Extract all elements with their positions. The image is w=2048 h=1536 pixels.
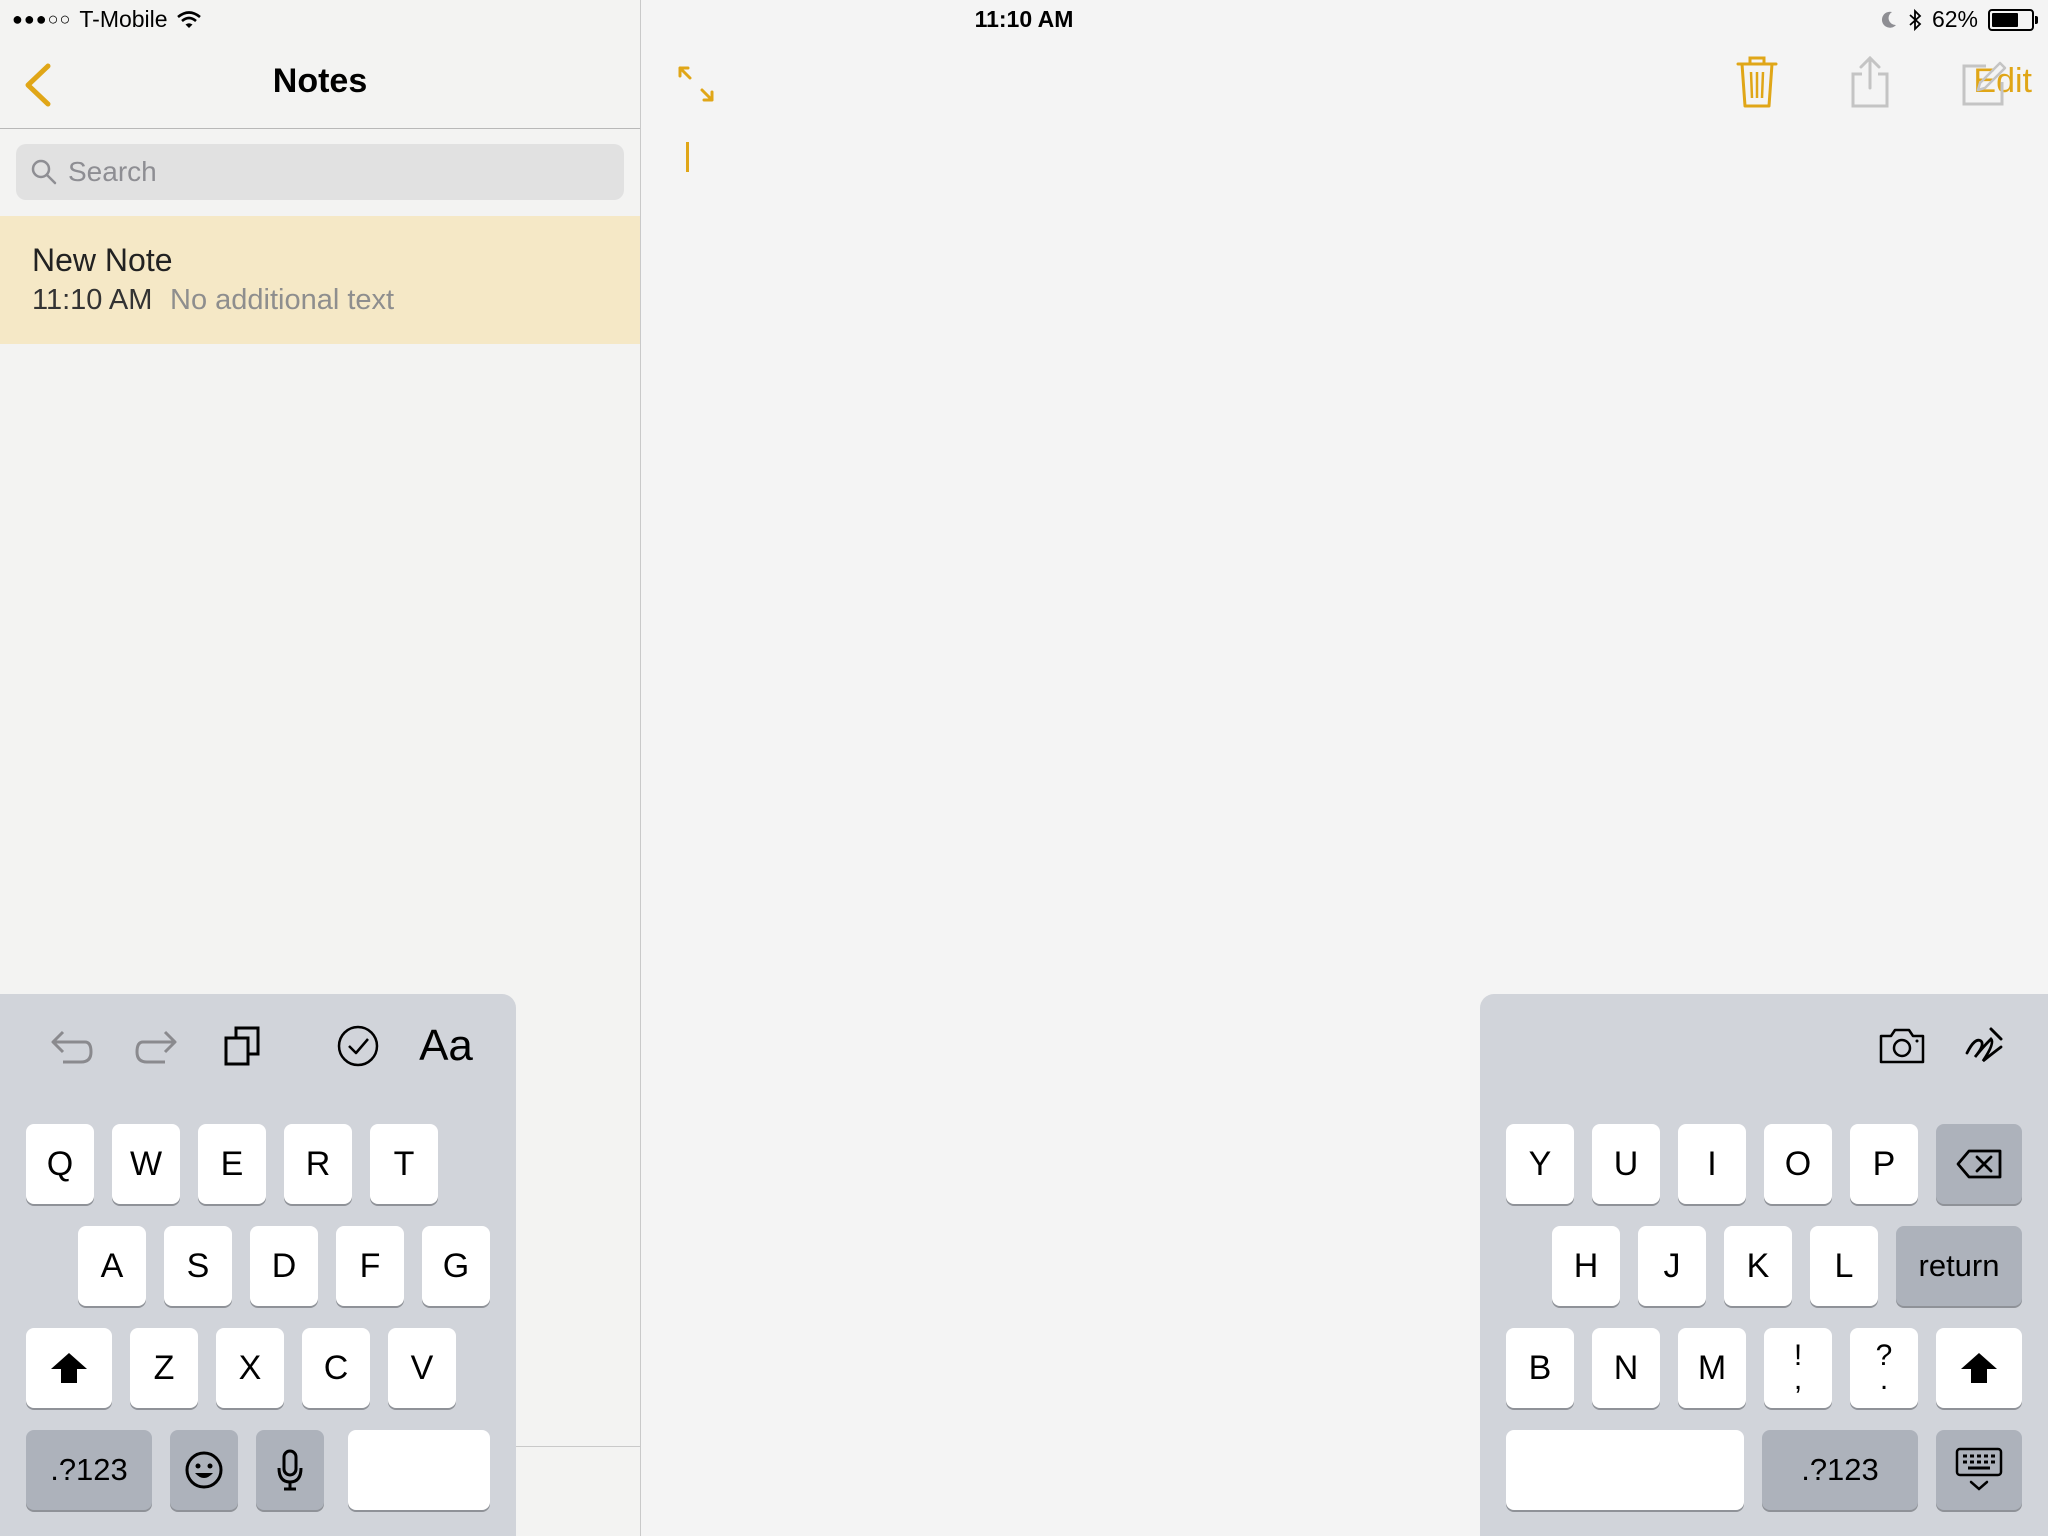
expand-icon[interactable] (676, 64, 716, 104)
status-time: 11:10 AM (974, 6, 1074, 32)
key-o[interactable]: O (1764, 1124, 1832, 1204)
text-cursor (686, 142, 689, 172)
note-list-item[interactable] (0, 216, 640, 344)
key-h[interactable]: H (1552, 1226, 1620, 1306)
compose-icon[interactable] (1958, 54, 2008, 110)
dictation-key[interactable] (256, 1430, 324, 1510)
key-a[interactable]: A (78, 1226, 146, 1306)
shift-icon (1961, 1353, 1997, 1383)
space-key-left[interactable] (348, 1430, 490, 1510)
checklist-icon[interactable] (328, 1016, 388, 1076)
key-z[interactable]: Z (130, 1328, 198, 1408)
key-y[interactable]: Y (1506, 1124, 1574, 1204)
sketch-icon[interactable] (1954, 1016, 2014, 1076)
nav-divider (0, 128, 640, 129)
share-icon[interactable] (1845, 54, 1895, 110)
key-exclamation-comma[interactable]: ! , (1764, 1328, 1832, 1408)
key-s[interactable]: S (164, 1226, 232, 1306)
backspace-icon (1956, 1149, 2002, 1179)
key-v[interactable]: V (388, 1328, 456, 1408)
note-title: New Note (32, 242, 173, 278)
numbers-key[interactable]: .?123 (26, 1430, 152, 1510)
key-r[interactable]: R (284, 1124, 352, 1204)
microphone-icon (277, 1449, 303, 1491)
key-g[interactable]: G (422, 1226, 490, 1306)
key-j[interactable]: J (1638, 1226, 1706, 1306)
note-preview: No additional text (170, 284, 395, 316)
sidebar-divider (510, 1446, 640, 1447)
key-k[interactable]: K (1724, 1226, 1792, 1306)
note-time: 11:10 AM (32, 284, 153, 316)
punct-bottom: . (1879, 1363, 1889, 1396)
notes-title: Notes (272, 62, 368, 100)
emoji-key[interactable] (170, 1430, 238, 1510)
trash-icon[interactable] (1732, 54, 1782, 110)
shift-key-right[interactable] (1936, 1328, 2022, 1408)
undo-icon[interactable] (40, 1016, 100, 1076)
return-key[interactable]: return (1896, 1226, 2022, 1306)
space-key-right[interactable] (1506, 1430, 1744, 1510)
key-f[interactable]: F (336, 1226, 404, 1306)
status-bar: ●●●○○ T-Mobile 11:10 AM 62% (0, 0, 2048, 42)
keyboard-right-half: Y U I O P H J K L return B N M ! , ? . .… (1480, 994, 2048, 1536)
key-c[interactable]: C (302, 1328, 370, 1408)
shift-key[interactable] (26, 1328, 112, 1408)
key-n[interactable]: N (1592, 1328, 1660, 1408)
key-i[interactable]: I (1678, 1124, 1746, 1204)
key-b[interactable]: B (1506, 1328, 1574, 1408)
key-e[interactable]: E (198, 1124, 266, 1204)
key-w[interactable]: W (112, 1124, 180, 1204)
camera-icon[interactable] (1872, 1016, 1932, 1076)
key-u[interactable]: U (1592, 1124, 1660, 1204)
redo-icon[interactable] (128, 1016, 188, 1076)
punct-bottom: , (1793, 1363, 1803, 1396)
bluetooth-icon (1909, 8, 1922, 31)
emoji-icon (185, 1451, 223, 1489)
search-input[interactable]: Search (16, 144, 624, 200)
key-t[interactable]: T (370, 1124, 438, 1204)
key-q[interactable]: Q (26, 1124, 94, 1204)
key-p[interactable]: P (1850, 1124, 1918, 1204)
numbers-key-right[interactable]: .?123 (1762, 1430, 1918, 1510)
battery-icon (1988, 8, 2038, 31)
paste-icon[interactable] (212, 1016, 272, 1076)
search-icon (31, 159, 57, 185)
search-placeholder: Search (68, 156, 157, 187)
key-l[interactable]: L (1810, 1226, 1878, 1306)
key-m[interactable]: M (1678, 1328, 1746, 1408)
keyboard-left-half: Aa Q W E R T A S D F G Z X C V .?123 (0, 994, 516, 1536)
moon-icon (1881, 11, 1896, 28)
shift-icon (51, 1353, 87, 1383)
text-format-icon[interactable]: Aa (416, 1016, 476, 1076)
key-x[interactable]: X (216, 1328, 284, 1408)
battery-percent: 62% (1931, 6, 1978, 32)
delete-key[interactable] (1936, 1124, 2022, 1204)
key-d[interactable]: D (250, 1226, 318, 1306)
dismiss-keyboard-key[interactable] (1936, 1430, 2022, 1510)
keyboard-dismiss-icon (1955, 1447, 2003, 1491)
key-question-period[interactable]: ? . (1850, 1328, 1918, 1408)
